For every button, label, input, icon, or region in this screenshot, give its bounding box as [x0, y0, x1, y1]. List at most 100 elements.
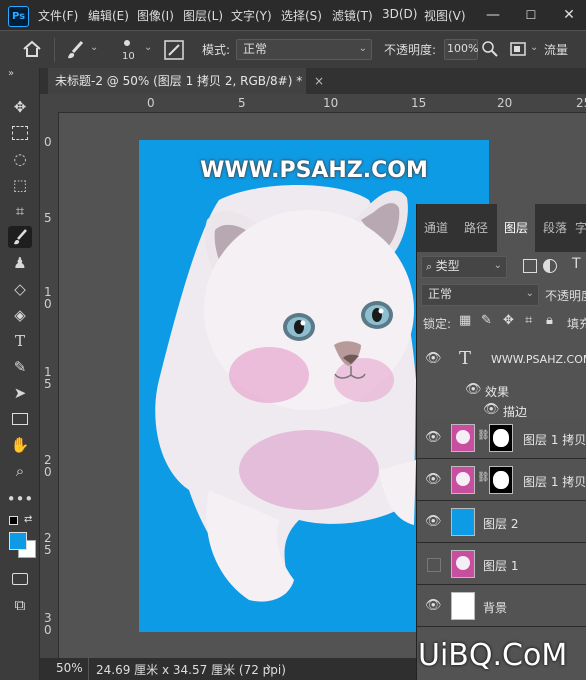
rectangle-tool-icon[interactable]	[8, 408, 32, 430]
opacity-input[interactable]: 100%	[444, 39, 478, 60]
menu-view[interactable]: 视图(V)	[424, 7, 466, 24]
filter-adjustment-icon[interactable]	[543, 259, 557, 273]
layer-row[interactable]: 👁︎ 背景	[417, 586, 586, 627]
tab-layers[interactable]: 图层	[497, 204, 535, 252]
close-tab-icon[interactable]: ×	[314, 74, 324, 88]
eye-icon[interactable]: 👁︎	[425, 598, 442, 614]
eraser-tool-icon[interactable]: ◇	[8, 278, 32, 300]
chevron-down-icon[interactable]: ⌄	[144, 42, 152, 53]
hand-tool-icon[interactable]: ✋	[8, 434, 32, 456]
layer-row[interactable]: 👁︎ ⛓ 图层 1 拷贝	[417, 460, 586, 501]
type-tool-icon[interactable]: T	[8, 330, 32, 352]
menu-bar: Ps 文件(F) 编辑(E) 图像(I) 图层(L) 文字(Y) 选择(S) 滤…	[0, 0, 586, 30]
swap-colors-icon[interactable]: ⇄	[24, 514, 32, 525]
layer-row[interactable]: 图层 1	[417, 544, 586, 585]
quick-mask-icon[interactable]	[8, 568, 32, 590]
brush-settings-icon[interactable]	[164, 40, 184, 60]
chevron-down-icon[interactable]: ⌄	[90, 42, 98, 53]
document-tab[interactable]: 未标题-2 @ 50% (图层 1 拷贝 2, RGB/8#) * ×	[48, 68, 324, 94]
chevron-down-icon: ⌄	[493, 260, 502, 271]
lock-all-icon[interactable]: 🔒︎	[546, 313, 553, 328]
flow-label: 流量	[544, 43, 569, 57]
quick-select-tool-icon[interactable]: ⬚	[8, 174, 32, 196]
eye-icon[interactable]: 👁︎	[425, 472, 442, 488]
paint-bucket-tool-icon[interactable]: ◈	[8, 304, 32, 326]
eye-icon[interactable]: 👁︎	[425, 430, 442, 446]
search-icon: ⌕	[426, 260, 436, 273]
filter-pixel-icon[interactable]	[523, 259, 537, 273]
lock-artboard-icon[interactable]: ⌗	[525, 313, 532, 328]
foreground-color-swatch[interactable]	[9, 532, 27, 550]
menu-select[interactable]: 选择(S)	[281, 7, 322, 24]
layer-thumbnail	[451, 550, 475, 578]
home-icon[interactable]	[22, 40, 42, 58]
layer-filter-value: 类型	[435, 259, 460, 273]
zoom-tool-icon[interactable]: ⌕	[8, 460, 32, 482]
zoom-level[interactable]: 50%	[56, 661, 83, 675]
menu-3d[interactable]: 3D(D)	[382, 7, 417, 21]
more-tools-icon[interactable]: •••	[7, 488, 34, 510]
menu-layer[interactable]: 图层(L)	[183, 7, 223, 24]
airbrush-icon[interactable]	[510, 41, 528, 57]
mode-dropdown[interactable]: 正常 ⌄	[236, 39, 372, 60]
site-watermark-text: UiBQ.CoM	[418, 638, 568, 673]
brush-preset-icon[interactable]	[64, 39, 86, 61]
photoshop-logo-icon: Ps	[8, 6, 29, 27]
status-menu-arrow-icon[interactable]: ›	[266, 660, 271, 675]
lock-image-icon[interactable]: ✎	[481, 313, 492, 328]
layer-row[interactable]: 👁︎ 图层 2	[417, 502, 586, 543]
visibility-off-box[interactable]	[427, 558, 441, 572]
move-tool-icon[interactable]: ✥	[8, 96, 32, 118]
menu-file[interactable]: 文件(F)	[38, 7, 78, 24]
path-select-tool-icon[interactable]: ➤	[8, 382, 32, 404]
brush-tool-icon[interactable]	[8, 226, 32, 248]
menu-type[interactable]: 文字(Y)	[231, 7, 272, 24]
pen-tool-icon[interactable]: ✎	[8, 356, 32, 378]
eye-icon[interactable]: 👁︎	[465, 382, 482, 398]
ruler-vertical[interactable]: 0 5 10 15 20 25 30	[40, 112, 59, 658]
tools-panel: » ✥ ◌ ⬚ ⌗ ✒ ♟ ◇ ◈ T ✎ ➤ ✋ ⌕ ••• ⇄ ⧉	[0, 68, 40, 680]
lock-position-icon[interactable]: ✥	[503, 313, 514, 328]
marquee-tool-icon[interactable]	[8, 122, 32, 144]
layer-filter-dropdown[interactable]: ⌕ 类型 ⌄	[421, 256, 507, 278]
maximize-button[interactable]: ☐	[512, 0, 550, 30]
screen-mode-icon[interactable]: ⧉	[8, 594, 32, 616]
layer-row-text[interactable]: 👁︎ T WWW.PSAHZ.COM	[417, 338, 586, 380]
stamp-tool-icon[interactable]: ♟	[8, 252, 32, 274]
document-tab-title: 未标题-2 @ 50% (图层 1 拷贝 2, RGB/8#) *	[55, 74, 303, 88]
ruler-label: 20	[497, 96, 513, 110]
expand-icon[interactable]: »	[8, 68, 14, 79]
brush-tip-icon	[124, 40, 130, 46]
layer-effects-row[interactable]: 👁︎ 效果	[417, 380, 586, 400]
mode-value: 正常	[243, 42, 268, 56]
layer-name: WWW.PSAHZ.COM	[491, 353, 586, 366]
pressure-opacity-icon[interactable]	[482, 41, 498, 57]
crop-tool-icon[interactable]: ⌗	[8, 200, 32, 222]
menu-edit[interactable]: 编辑(E)	[88, 7, 129, 24]
chevron-down-icon[interactable]: ⌄	[530, 42, 538, 53]
ruler-horizontal[interactable]: 0 5 10 15 20 25	[40, 94, 586, 113]
tab-paths[interactable]: 路径	[457, 204, 495, 252]
layer-name: 图层 1 拷贝	[523, 475, 586, 489]
menu-image[interactable]: 图像(I)	[137, 7, 174, 24]
default-colors-icon[interactable]	[9, 516, 18, 525]
lock-transparent-icon[interactable]: ▦	[459, 313, 471, 328]
lasso-tool-icon[interactable]: ◌	[8, 148, 32, 170]
minimize-button[interactable]: —	[474, 0, 512, 30]
tab-paragraph[interactable]: 段落	[537, 204, 573, 252]
eye-icon[interactable]: 👁︎	[483, 402, 500, 418]
eye-icon[interactable]: 👁︎	[425, 514, 442, 530]
close-window-button[interactable]: ✕	[550, 0, 586, 30]
ruler-label: 25	[576, 96, 586, 110]
tab-character[interactable]: 字符	[575, 204, 586, 252]
eye-icon[interactable]: 👁︎	[425, 351, 442, 367]
layer-row[interactable]: 👁︎ ⛓ 图层 1 拷贝 2	[417, 418, 586, 459]
blend-mode-dropdown[interactable]: 正常 ⌄	[421, 284, 539, 306]
ruler-label: 15	[411, 96, 427, 110]
menu-filter[interactable]: 滤镜(T)	[332, 7, 373, 24]
ruler-label: 0	[147, 96, 155, 110]
tab-channels[interactable]: 通道	[417, 204, 455, 252]
filter-type-icon[interactable]: T	[572, 256, 581, 272]
layer-mask-thumbnail	[489, 466, 513, 494]
brush-size[interactable]: 10	[122, 51, 135, 62]
